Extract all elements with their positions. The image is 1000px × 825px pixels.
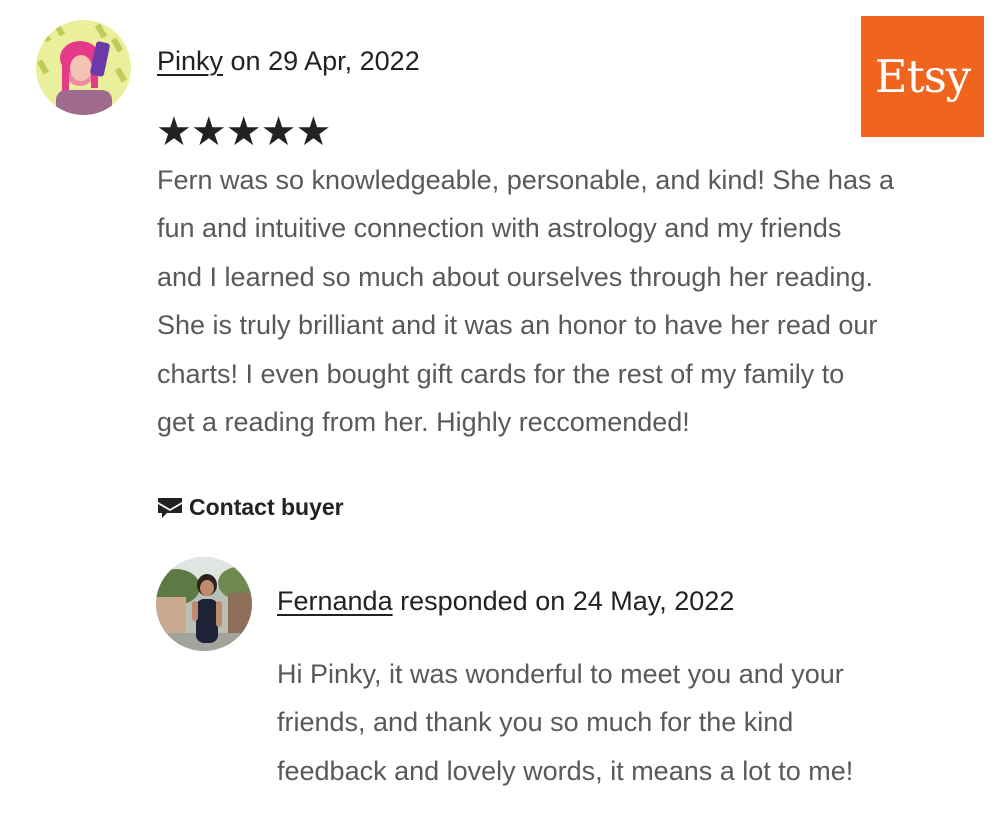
reply-text: Hi Pinky, it was wonderful to meet you a… — [277, 650, 957, 795]
review-line: get a reading from her. Highly reccomend… — [157, 407, 690, 438]
seller-avatar[interactable] — [156, 557, 252, 651]
review-header: Pinky on 29 Apr, 2022 — [157, 46, 420, 77]
star-rating: ★★★★★ — [156, 110, 331, 154]
reply-line: feedback and lovely words, it means a lo… — [277, 755, 854, 786]
review-date: on 29 Apr, 2022 — [223, 46, 420, 76]
reviewer-name-link[interactable]: Pinky — [157, 46, 223, 76]
review-line: charts! I even bought gift cards for the… — [157, 358, 845, 389]
reviewer-avatar[interactable] — [36, 20, 131, 115]
etsy-logo: Etsy — [861, 16, 984, 137]
contact-buyer-button[interactable]: Contact buyer — [157, 494, 344, 521]
contact-buyer-label: Contact buyer — [189, 494, 344, 520]
review-text: Fern was so knowledgeable, personable, a… — [157, 156, 977, 446]
envelope-message-icon — [157, 496, 183, 520]
etsy-logo-text: Etsy — [874, 50, 971, 103]
review-line: Fern was so knowledgeable, personable, a… — [157, 165, 894, 195]
review-line: fun and intuitive connection with astrol… — [157, 213, 842, 244]
seller-name-link[interactable]: Fernanda — [277, 586, 393, 616]
reply-date: responded on 24 May, 2022 — [392, 586, 735, 616]
review-line: She is truly brilliant and it was an hon… — [157, 310, 878, 341]
reply-line: Hi Pinky, it was wonderful to meet you a… — [277, 659, 844, 689]
review-line: and I learned so much about ourselves th… — [157, 261, 873, 292]
reply-header: Fernanda responded on 24 May, 2022 — [277, 586, 734, 617]
reply-line: friends, and thank you so much for the k… — [277, 707, 794, 738]
